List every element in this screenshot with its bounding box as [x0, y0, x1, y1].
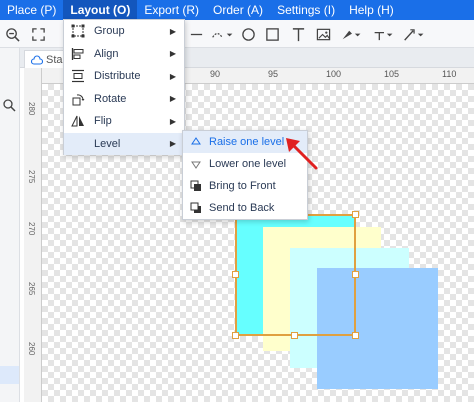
menu-item-label: Level — [94, 137, 121, 150]
submenu-item-label: Bring to Front — [209, 180, 276, 192]
left-panel — [0, 48, 20, 402]
menu-item-label: Align — [94, 47, 119, 60]
resize-handle[interactable] — [352, 332, 359, 339]
distribute-icon — [70, 68, 86, 84]
line-style-icon[interactable] — [188, 26, 204, 42]
menu-item-label: Distribute — [94, 70, 141, 83]
raise-level-icon — [189, 135, 203, 149]
menu-item-align[interactable]: Align ▶ — [64, 43, 184, 66]
resize-handle[interactable] — [291, 332, 298, 339]
menu-layout[interactable]: Layout (O) — [63, 0, 138, 20]
document-tab-label: Sta — [46, 53, 63, 66]
zoom-out-icon[interactable] — [4, 26, 20, 42]
submenu-item-bring-to-front[interactable]: Bring to Front — [183, 175, 307, 197]
align-icon — [70, 46, 86, 62]
vertical-ruler: 280 275 270 265 260 — [24, 68, 42, 402]
hruler-label: 95 — [268, 69, 279, 79]
menu-export[interactable]: Export (R) — [137, 0, 206, 20]
menu-item-level[interactable]: Level ▶ — [64, 132, 184, 155]
submenu-item-send-to-back[interactable]: Send to Back — [183, 197, 307, 219]
menu-item-label: Rotate — [94, 92, 127, 105]
lower-level-icon — [189, 157, 203, 171]
vruler-label: 265 — [27, 282, 36, 296]
pen-dropdown-icon[interactable] — [340, 26, 364, 42]
vruler-label: 280 — [27, 102, 36, 116]
menu-item-group[interactable]: Group ▶ — [64, 20, 184, 43]
submenu-arrow-icon: ▶ — [169, 139, 176, 149]
rectangle-icon[interactable] — [264, 26, 280, 42]
menu-place[interactable]: Place (P) — [0, 0, 63, 20]
resize-handle[interactable] — [232, 271, 239, 278]
menu-bar: Place (P) Layout (O) Export (R) Order (A… — [0, 0, 474, 20]
hruler-label: 105 — [384, 69, 400, 79]
circle-icon[interactable] — [240, 26, 256, 42]
menu-settings[interactable]: Settings (I) — [270, 0, 342, 20]
menu-item-label: Group — [94, 25, 125, 38]
arc-dropdown-icon[interactable] — [210, 26, 236, 42]
menu-item-rotate[interactable]: Rotate ▶ — [64, 88, 184, 111]
hruler-label: 110 — [442, 69, 457, 79]
menu-order[interactable]: Order (A) — [206, 0, 270, 20]
rotate-icon — [70, 91, 86, 107]
menu-item-label: Flip — [94, 115, 112, 128]
search-icon[interactable] — [2, 98, 16, 112]
submenu-item-label: Send to Back — [209, 202, 275, 214]
resize-handle[interactable] — [232, 332, 239, 339]
menu-help[interactable]: Help (H) — [342, 0, 401, 20]
submenu-arrow-icon: ▶ — [169, 26, 176, 36]
vruler-label: 270 — [27, 222, 36, 236]
hruler-label: 90 — [210, 69, 221, 79]
submenu-item-label: Lower one level — [209, 158, 287, 170]
submenu-arrow-icon: ▶ — [169, 116, 176, 126]
menu-item-distribute[interactable]: Distribute ▶ — [64, 65, 184, 88]
left-panel-selected-item[interactable] — [0, 366, 19, 384]
menu-item-flip[interactable]: Flip ▶ — [64, 110, 184, 133]
resize-handle[interactable] — [352, 211, 359, 218]
resize-handle[interactable] — [352, 271, 359, 278]
vruler-label: 260 — [27, 342, 36, 356]
image-icon[interactable] — [315, 26, 331, 42]
cloud-icon — [31, 55, 43, 65]
bring-front-icon — [189, 179, 203, 193]
group-icon — [70, 23, 86, 39]
flip-icon — [70, 113, 86, 129]
layout-menu: Group ▶ Align ▶ Distribute ▶ Rotate ▶ Fl… — [63, 19, 185, 155]
submenu-arrow-icon: ▶ — [169, 94, 176, 104]
submenu-arrow-icon: ▶ — [169, 71, 176, 81]
hruler-label: 100 — [326, 69, 342, 79]
send-back-icon — [189, 201, 203, 215]
arrow-line-dropdown-icon[interactable] — [402, 26, 428, 42]
text-icon[interactable] — [290, 26, 306, 42]
fit-screen-icon[interactable] — [30, 26, 46, 42]
annotation-arrow-icon — [286, 138, 318, 170]
vruler-label: 275 — [27, 170, 36, 184]
selection-box[interactable] — [235, 214, 356, 336]
submenu-arrow-icon: ▶ — [169, 49, 176, 59]
connector-dropdown-icon[interactable] — [372, 26, 396, 42]
submenu-item-label: Raise one level — [209, 136, 285, 148]
